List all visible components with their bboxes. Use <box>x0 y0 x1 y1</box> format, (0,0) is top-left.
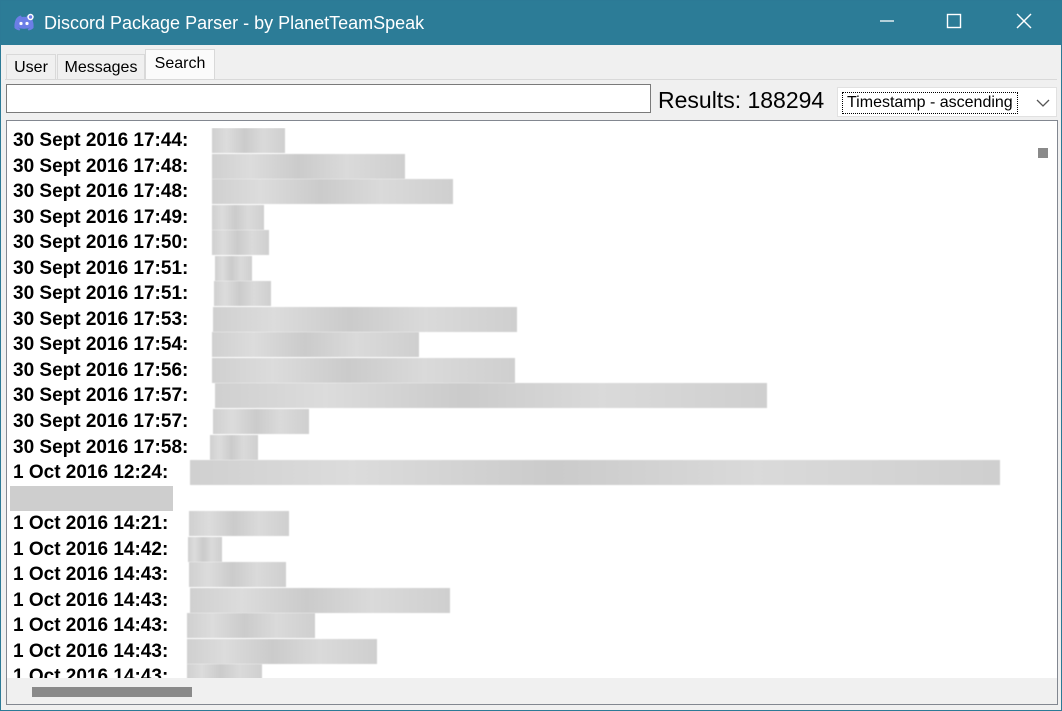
redacted-message-text <box>212 204 264 230</box>
message-row[interactable]: 1 Oct 2016 12:24: <box>7 460 1033 486</box>
message-timestamp: 30 Sept 2016 17:50: <box>13 232 189 254</box>
results-list-content: 30 Sept 2016 17:44: 30 Sept 2016 17:48: … <box>7 128 1033 678</box>
message-timestamp: 1 Oct 2016 14:42: <box>13 538 169 560</box>
message-row[interactable]: 30 Sept 2016 17:49: <box>7 204 1033 231</box>
results-list[interactable]: 30 Sept 2016 17:44: 30 Sept 2016 17:48: … <box>6 120 1058 705</box>
results-count: Results: 188294 <box>658 87 825 113</box>
redacted-message-text <box>210 434 258 460</box>
message-timestamp: 1 Oct 2016 14:43: <box>13 666 169 678</box>
redacted-message-text <box>187 613 315 639</box>
discord-logo-icon <box>13 13 35 33</box>
message-timestamp: 1 Oct 2016 12:24: <box>13 462 169 484</box>
redacted-message-text <box>213 409 309 435</box>
message-timestamp: 1 Oct 2016 14:43: <box>13 640 169 662</box>
redacted-message-text <box>213 306 517 332</box>
search-input[interactable] <box>6 84 651 113</box>
tab-messages[interactable]: Messages <box>57 54 145 80</box>
message-row[interactable]: 30 Sept 2016 17:50: <box>7 230 1033 256</box>
redacted-message-text <box>212 179 453 205</box>
redacted-message-text <box>212 357 515 383</box>
message-row[interactable]: 1 Oct 2016 14:43: <box>7 638 1033 665</box>
redacted-message-text <box>212 153 405 179</box>
message-timestamp: 30 Sept 2016 17:57: <box>13 411 189 433</box>
message-timestamp: 30 Sept 2016 17:48: <box>13 155 189 177</box>
redacted-message-text <box>190 587 450 613</box>
title-bar[interactable]: Discord Package Parser - by PlanetTeamSp… <box>1 1 1061 45</box>
redacted-message-text <box>10 485 173 511</box>
message-timestamp: 1 Oct 2016 14:21: <box>13 513 169 535</box>
message-row[interactable]: 1 Oct 2016 14:43: <box>7 562 1033 588</box>
app-window: Discord Package Parser - by PlanetTeamSp… <box>0 0 1062 711</box>
message-timestamp: 30 Sept 2016 17:51: <box>13 283 189 305</box>
window-title: Discord Package Parser - by PlanetTeamSp… <box>44 13 425 33</box>
redacted-message-text <box>187 638 377 664</box>
message-timestamp: 1 Oct 2016 14:43: <box>13 589 169 611</box>
chevron-down-icon[interactable] <box>1036 96 1050 108</box>
message-row[interactable]: 30 Sept 2016 17:48: <box>7 179 1033 205</box>
message-timestamp: 30 Sept 2016 17:58: <box>13 436 189 458</box>
sort-order-value: Timestamp - ascending <box>842 92 1018 114</box>
message-row[interactable]: 1 Oct 2016 14:43: <box>7 587 1033 614</box>
redacted-message-text <box>189 562 286 588</box>
redacted-message-text <box>187 664 262 678</box>
horizontal-scrollbar-thumb[interactable] <box>32 687 192 697</box>
message-row[interactable]: 30 Sept 2016 17:44: <box>7 128 1033 154</box>
message-timestamp: 30 Sept 2016 17:56: <box>13 359 189 381</box>
message-row[interactable]: 30 Sept 2016 17:51: <box>7 255 1033 282</box>
message-timestamp: 1 Oct 2016 14:43: <box>13 615 169 637</box>
message-row[interactable]: 1 Oct 2016 14:43: <box>7 613 1033 639</box>
redacted-message-text <box>188 536 222 562</box>
message-timestamp: 30 Sept 2016 17:53: <box>13 308 189 330</box>
redacted-message-text <box>189 511 289 537</box>
redacted-message-text <box>212 230 269 256</box>
horizontal-scrollbar[interactable] <box>7 678 1057 704</box>
redacted-message-text <box>212 128 285 153</box>
message-row[interactable]: 30 Sept 2016 17:51: <box>7 281 1033 307</box>
message-row[interactable]: 30 Sept 2016 17:53: <box>7 306 1033 333</box>
redacted-message-text <box>214 281 271 307</box>
minimize-icon <box>879 13 895 34</box>
tab-user[interactable]: User <box>6 54 56 80</box>
message-row[interactable]: 30 Sept 2016 17:54: <box>7 332 1033 358</box>
message-timestamp: 30 Sept 2016 17:51: <box>13 257 189 279</box>
message-timestamp: 30 Sept 2016 17:48: <box>13 181 189 203</box>
maximize-button[interactable] <box>921 1 987 45</box>
close-icon <box>1016 13 1032 34</box>
vertical-scrollbar-thumb[interactable] <box>1038 148 1048 158</box>
redacted-message-text <box>215 255 252 281</box>
message-row[interactable]: 30 Sept 2016 17:58: <box>7 434 1033 461</box>
message-timestamp: 1 Oct 2016 14:43: <box>13 564 169 586</box>
redacted-message-text <box>190 460 1000 486</box>
message-row[interactable]: 30 Sept 2016 17:57: <box>7 409 1033 435</box>
message-row[interactable]: 1 Oct 2016 14:43: <box>7 664 1033 678</box>
redacted-message-text <box>212 332 419 358</box>
message-timestamp: 30 Sept 2016 17:54: <box>13 334 189 356</box>
minimize-button[interactable] <box>854 1 920 45</box>
redacted-message-text <box>215 383 767 409</box>
message-row[interactable]: 30 Sept 2016 17:57: <box>7 383 1033 409</box>
close-button[interactable] <box>991 1 1057 45</box>
message-row-continuation[interactable] <box>7 485 1033 512</box>
message-row[interactable]: 30 Sept 2016 17:48: <box>7 153 1033 180</box>
message-row[interactable]: 1 Oct 2016 14:42: <box>7 536 1033 563</box>
tab-strip: User Messages Search <box>1 45 1061 81</box>
message-timestamp: 30 Sept 2016 17:44: <box>13 130 189 151</box>
maximize-icon <box>946 13 962 34</box>
message-timestamp: 30 Sept 2016 17:49: <box>13 206 189 228</box>
message-timestamp: 30 Sept 2016 17:57: <box>13 385 189 407</box>
message-row[interactable]: 1 Oct 2016 14:21: <box>7 511 1033 537</box>
tab-search[interactable]: Search <box>145 49 215 79</box>
sort-order-dropdown[interactable]: Timestamp - ascending <box>837 87 1057 117</box>
vertical-scrollbar[interactable] <box>1032 121 1057 680</box>
message-row[interactable]: 30 Sept 2016 17:56: <box>7 357 1033 384</box>
